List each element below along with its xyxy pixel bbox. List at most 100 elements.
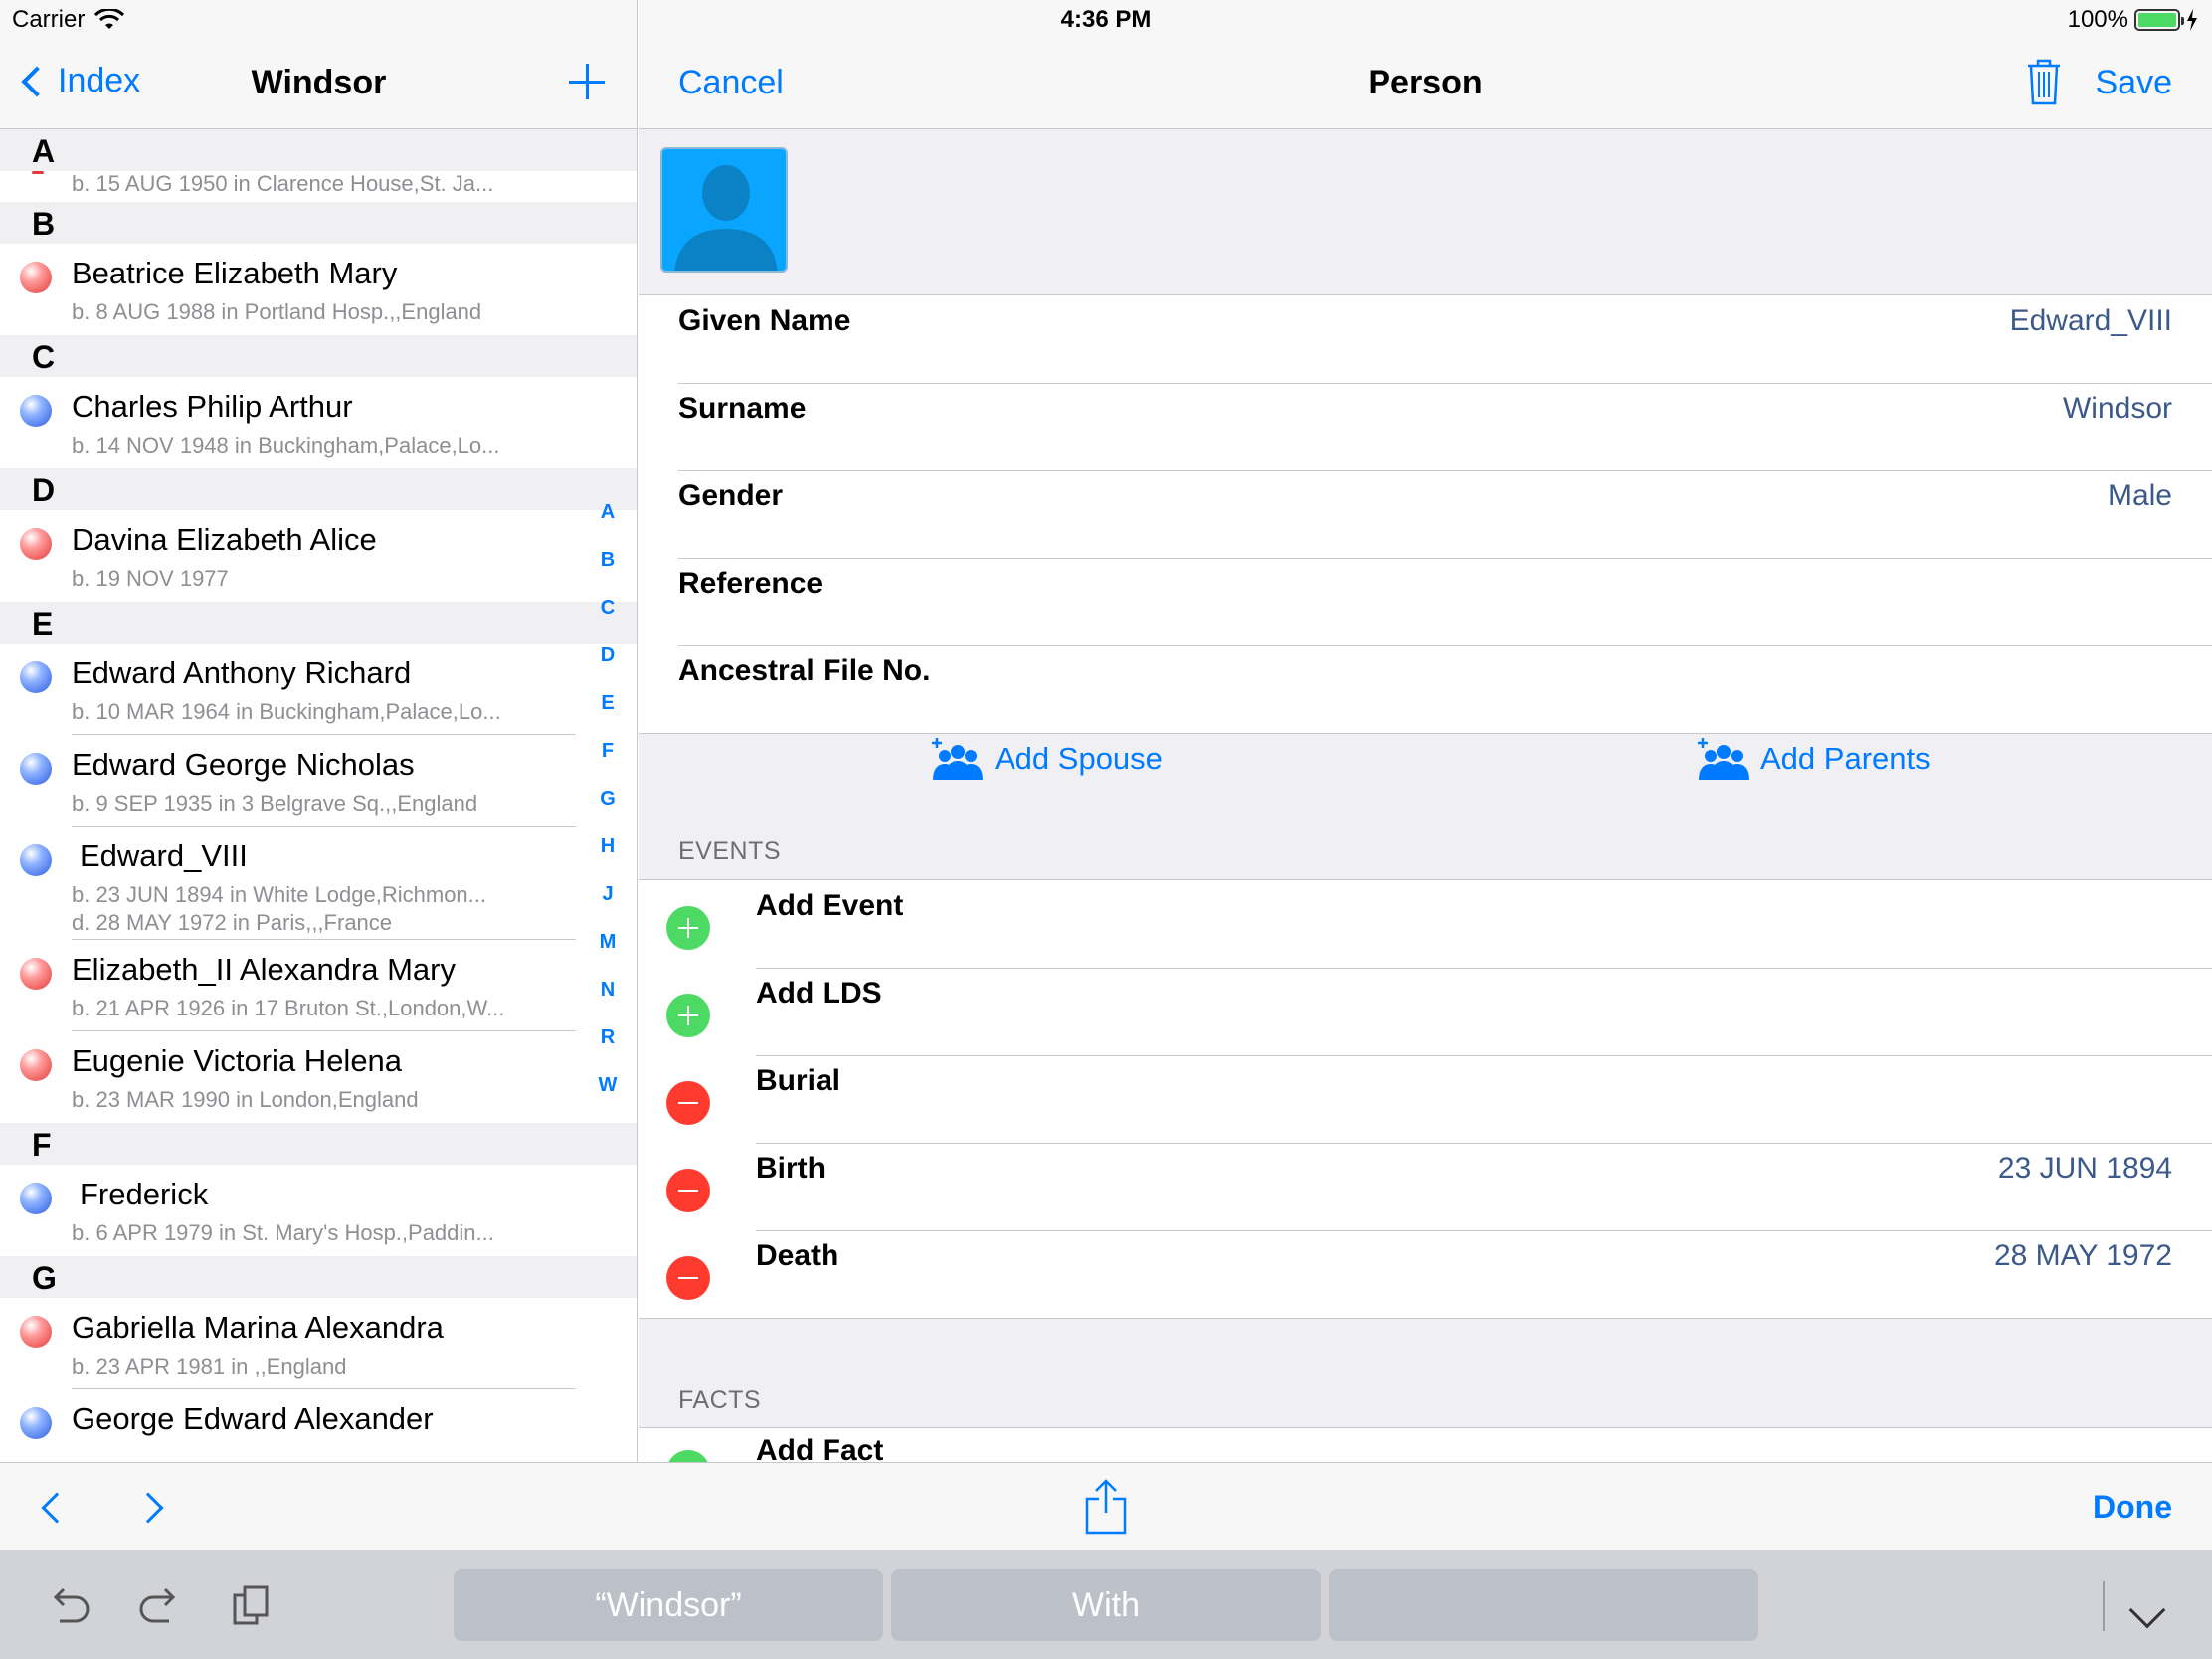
redo-icon[interactable]: [137, 1583, 183, 1627]
field-label: Gender: [678, 479, 784, 512]
index-letter[interactable]: J: [593, 879, 623, 927]
field-value[interactable]: Edward_VIII: [2010, 304, 2172, 383]
index-letter[interactable]: C: [593, 593, 623, 641]
add-circle-icon[interactable]: [666, 1450, 710, 1462]
person-birth: b. 6 APR 1979 in St. Mary's Hosp.,Paddin…: [72, 1220, 494, 1245]
index-letter[interactable]: N: [593, 975, 623, 1022]
burial-event-row[interactable]: Burial: [639, 1055, 2212, 1143]
person-name: Edward_VIII: [80, 838, 248, 873]
previous-button[interactable]: [41, 1492, 73, 1524]
person-birth: b. 19 NOV 1977: [72, 566, 229, 591]
death-event-row[interactable]: Death 28 MAY 1972: [639, 1230, 2212, 1318]
paste-icon[interactable]: [231, 1583, 276, 1627]
trash-icon[interactable]: [2025, 58, 2063, 105]
field-label: Reference: [678, 567, 824, 600]
male-icon: [20, 1407, 52, 1439]
field-label: Ancestral File No.: [678, 654, 931, 687]
person-photo[interactable]: [660, 147, 788, 273]
person-birth: b. 23 JUN 1894 in White Lodge,Richmon...: [72, 882, 487, 907]
male-icon: [20, 395, 52, 427]
section-index[interactable]: A B C D E F G H J M N R W: [593, 497, 623, 1118]
event-label: Add LDS: [756, 977, 882, 1010]
list-item[interactable]: Gabriella Marina Alexandra b. 23 APR 198…: [0, 1298, 637, 1389]
list-item-selected[interactable]: Edward_VIII b. 23 JUN 1894 in White Lodg…: [0, 827, 637, 940]
field-label: Surname: [678, 392, 807, 425]
list-item[interactable]: Frederick b. 6 APR 1979 in St. Mary's Ho…: [0, 1165, 637, 1256]
detail-title: Person: [1368, 64, 1483, 101]
person-death: d. 28 MAY 1972 in Paris,,,France: [72, 910, 393, 935]
field-value[interactable]: Windsor: [2063, 392, 2172, 470]
index-letter[interactable]: D: [593, 641, 623, 688]
index-letter[interactable]: R: [593, 1022, 623, 1070]
index-letter[interactable]: A: [593, 497, 623, 545]
done-button[interactable]: Done: [2093, 1489, 2172, 1526]
section-header-g: G: [0, 1256, 637, 1298]
list-item[interactable]: Beatrice Elizabeth Mary b. 8 AUG 1988 in…: [0, 244, 637, 335]
suggestion-button[interactable]: [1329, 1569, 1758, 1641]
save-button[interactable]: Save: [2096, 64, 2173, 102]
delete-circle-icon[interactable]: [666, 1169, 710, 1212]
index-letter[interactable]: M: [593, 927, 623, 975]
person-detail-pane: Cancel Person Save Given Name Edward_VII…: [639, 0, 2212, 1462]
add-event-row[interactable]: Add Event: [639, 880, 2212, 968]
suggestion-button[interactable]: With: [891, 1569, 1321, 1641]
add-people-icon: [932, 738, 983, 780]
add-person-button[interactable]: [568, 62, 608, 101]
next-button[interactable]: [132, 1492, 164, 1524]
person-birth: b. 21 APR 1926 in 17 Bruton St.,London,W…: [72, 996, 505, 1020]
index-letter[interactable]: B: [593, 545, 623, 593]
field-label: Given Name: [678, 304, 851, 337]
section-header-a: A: [0, 129, 637, 171]
index-letter[interactable]: F: [593, 736, 623, 784]
share-icon[interactable]: [1084, 1479, 1128, 1535]
dismiss-keyboard-icon[interactable]: [2128, 1591, 2166, 1629]
add-circle-icon[interactable]: [666, 906, 710, 950]
list-item[interactable]: Charles Philip Arthur b. 14 NOV 1948 in …: [0, 377, 637, 468]
person-name: Elizabeth_II Alexandra Mary: [72, 952, 456, 987]
person-name: Beatrice Elizabeth Mary: [72, 256, 398, 290]
index-letter[interactable]: H: [593, 831, 623, 879]
list-item[interactable]: Davina Elizabeth Alice b. 19 NOV 1977: [0, 510, 637, 602]
status-bar: Carrier 4:36 PM 100%: [0, 0, 2212, 40]
list-item[interactable]: Edward Anthony Richard b. 10 MAR 1964 in…: [0, 644, 637, 735]
add-spouse-button[interactable]: Add Spouse: [931, 736, 1163, 782]
section-header-b: B: [0, 202, 637, 244]
birth-event-row[interactable]: Birth 23 JUN 1894: [639, 1143, 2212, 1230]
reference-field[interactable]: Reference: [639, 558, 2212, 645]
delete-circle-icon[interactable]: [666, 1081, 710, 1125]
add-parents-label: Add Parents: [1760, 741, 1931, 776]
suggestion-button[interactable]: “Windsor”: [454, 1569, 883, 1641]
people-list[interactable]: A b. 15 AUG 1950 in Clarence House,St. J…: [0, 129, 637, 1462]
ancestral-file-field[interactable]: Ancestral File No.: [639, 645, 2212, 733]
list-item[interactable]: George Edward Alexander: [0, 1389, 637, 1462]
index-letter[interactable]: G: [593, 784, 623, 831]
list-item[interactable]: b. 15 AUG 1950 in Clarence House,St. Ja.…: [0, 171, 637, 202]
section-header-d: D: [0, 468, 637, 510]
person-birth: b. 9 SEP 1935 in 3 Belgrave Sq.,,England: [72, 791, 478, 816]
events-list: Add Event Add LDS Burial Birth 23 JUN 18…: [639, 879, 2212, 1319]
divider: [2103, 1581, 2105, 1631]
index-letter[interactable]: E: [593, 688, 623, 736]
female-icon: [20, 958, 52, 990]
female-icon: [20, 262, 52, 293]
relationship-actions: Add Spouse Add Parents: [639, 736, 2212, 788]
index-letter[interactable]: W: [593, 1070, 623, 1118]
female-icon: [20, 1316, 52, 1348]
people-list-pane: Index Windsor A b. 15 AUG 1950 in Claren…: [0, 0, 638, 1462]
event-label: Birth: [756, 1152, 826, 1185]
gender-field[interactable]: Gender Male: [639, 470, 2212, 558]
delete-circle-icon[interactable]: [666, 1256, 710, 1300]
add-parents-button[interactable]: Add Parents: [1697, 736, 1931, 782]
surname-field[interactable]: Surname Windsor: [639, 383, 2212, 470]
given-name-field[interactable]: Given Name Edward_VIII: [639, 295, 2212, 383]
add-lds-row[interactable]: Add LDS: [639, 968, 2212, 1055]
charging-icon: [2187, 9, 2197, 31]
add-fact-row[interactable]: Add Fact: [639, 1428, 2212, 1462]
list-item[interactable]: Eugenie Victoria Helena b. 23 MAR 1990 i…: [0, 1031, 637, 1123]
undo-icon[interactable]: [46, 1583, 92, 1627]
list-item[interactable]: Elizabeth_II Alexandra Mary b. 21 APR 19…: [0, 940, 637, 1031]
list-item[interactable]: Edward George Nicholas b. 9 SEP 1935 in …: [0, 735, 637, 827]
add-people-icon: [1698, 738, 1749, 780]
field-value[interactable]: Male: [2108, 479, 2172, 558]
add-circle-icon[interactable]: [666, 994, 710, 1037]
